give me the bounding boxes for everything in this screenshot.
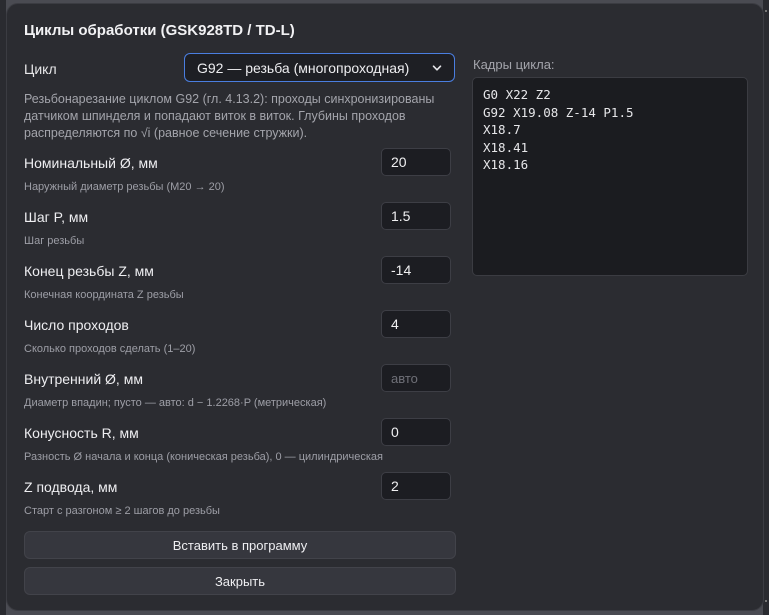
field-label-taper-r: Конусность R, мм (24, 425, 139, 441)
frame-line: G0 X22 Z2 (483, 87, 551, 102)
frame-line: X18.41 (483, 139, 529, 155)
taper-r-input[interactable]: 0 (381, 418, 451, 446)
field-hint-taper-r: Разность Ø начала и конца (коническая ре… (24, 451, 383, 463)
frame-line: X18.7 (483, 122, 521, 137)
close-button[interactable]: Закрыть (24, 567, 456, 595)
approach-z-input[interactable]: 2 (381, 472, 451, 500)
pass-count-input[interactable]: 4 (381, 310, 451, 338)
cycles-dialog: Циклы обработки (GSK928TD / TD-L) Цикл G… (6, 3, 764, 611)
cycle-frames-label: Кадры цикла: (473, 57, 555, 72)
field-label-nominal-diameter: Номинальный Ø, мм (24, 155, 158, 171)
cycle-frames-output: G0 X22 Z2 G92 X19.08 Z-14 P1.5 X18.7 X18… (472, 77, 748, 276)
nominal-diameter-input[interactable]: 20 (381, 148, 451, 176)
chevron-down-icon (432, 64, 442, 71)
cycle-select-value: G92 — резьба (многопроходная) (197, 59, 410, 76)
field-hint-nominal-diameter: Наружный диаметр резьбы (M20 → 20) (24, 181, 225, 193)
cycle-label: Цикл (24, 61, 57, 77)
cycle-select[interactable]: G92 — резьба (многопроходная) (184, 53, 455, 82)
pitch-input[interactable]: 1.5 (381, 202, 451, 230)
inner-diameter-input[interactable]: авто (381, 364, 451, 392)
thread-end-z-input[interactable]: -14 (381, 256, 451, 284)
field-hint-approach-z: Старт с разгоном ≥ 2 шагов до резьбы (24, 505, 220, 517)
field-label-pitch: Шаг P, мм (24, 209, 89, 225)
field-hint-pitch: Шаг резьбы (24, 235, 85, 247)
field-label-approach-z: Z подвода, мм (24, 479, 118, 495)
dialog-title: Циклы обработки (GSK928TD / TD-L) (24, 22, 295, 39)
field-label-inner-diameter: Внутренний Ø, мм (24, 371, 143, 387)
frame-line: G92 X19.08 Z-14 P1.5 (483, 104, 634, 120)
field-hint-inner-diameter: Диаметр впадин; пусто — авто: d − 1.2268… (24, 397, 327, 409)
field-hint-thread-end-z: Конечная координата Z резьбы (24, 289, 184, 301)
insert-into-program-button[interactable]: Вставить в программу (24, 531, 456, 559)
cycle-description: Резьбонарезание циклом G92 (гл. 4.13.2):… (24, 92, 435, 140)
frame-line: X18.16 (483, 157, 529, 172)
field-label-thread-end-z: Конец резьбы Z, мм (24, 263, 154, 279)
field-hint-pass-count: Сколько проходов сделать (1–20) (24, 343, 196, 355)
field-label-pass-count: Число проходов (24, 317, 129, 333)
